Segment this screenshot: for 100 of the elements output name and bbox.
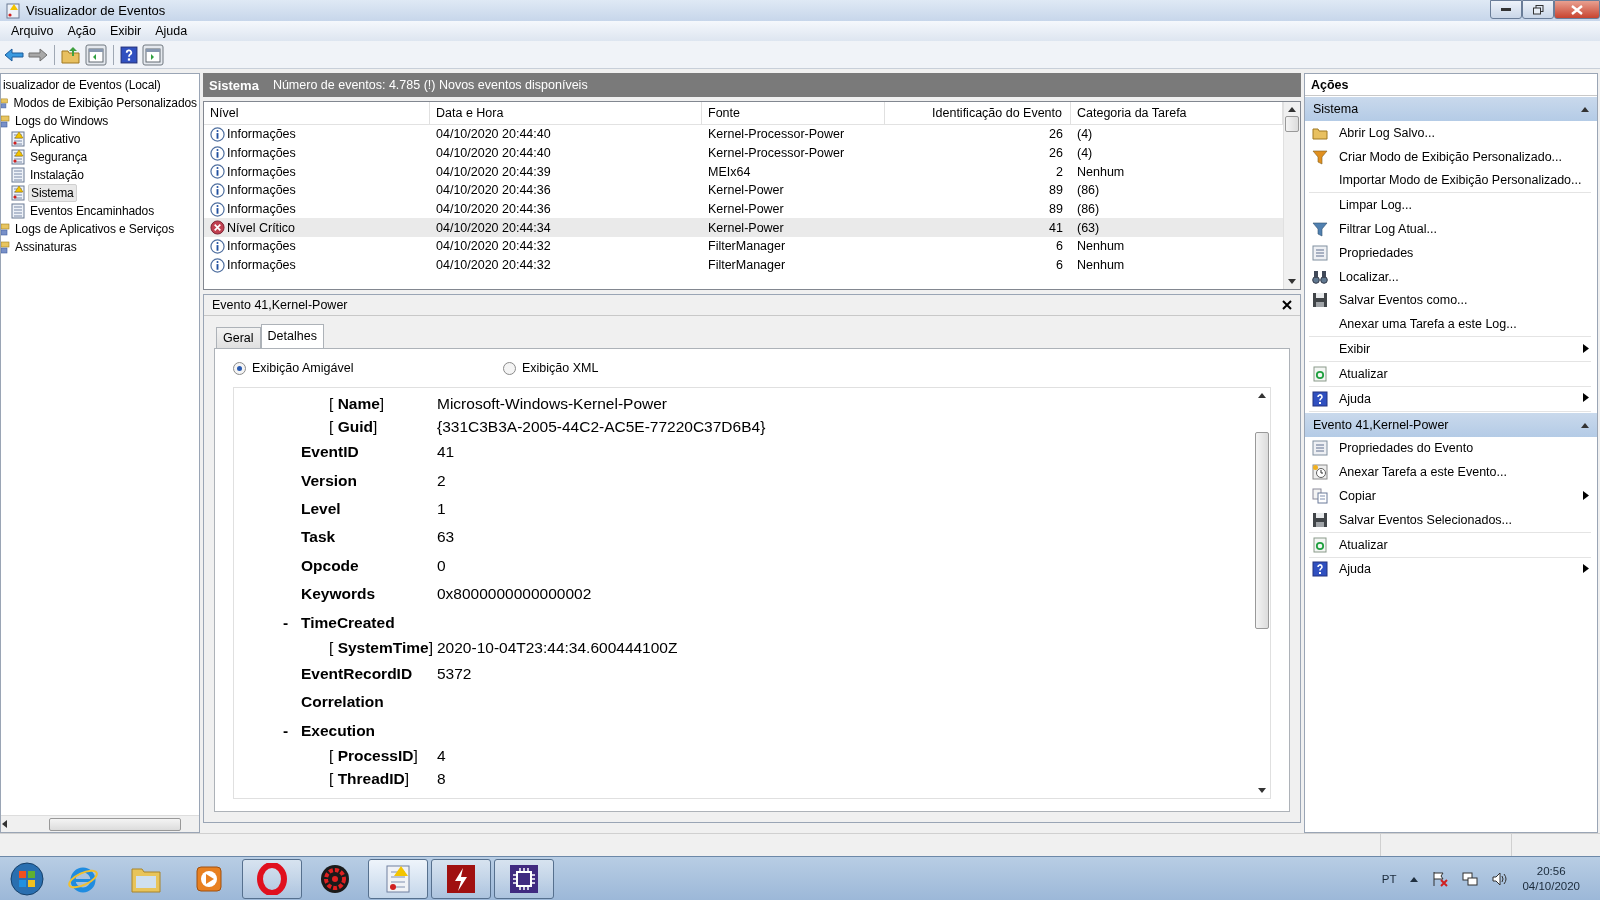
tree-item[interactable]: Sistema (28, 184, 77, 202)
tree-item[interactable]: Aplicativo (28, 131, 83, 147)
media-player-icon[interactable] (194, 863, 224, 894)
scroll-up-arrow-icon[interactable] (1257, 392, 1266, 398)
column-header[interactable]: Nível (204, 102, 430, 125)
column-header[interactable]: Categoria da Tarefa (1071, 102, 1283, 125)
log-warning-icon (11, 185, 25, 201)
info-icon (210, 238, 225, 254)
tree-item[interactable]: Modos de Exibição Personalizados (11, 95, 199, 111)
help-icon[interactable] (120, 45, 138, 64)
field-value: 41 (437, 443, 456, 462)
tree-item[interactable]: Eventos Encaminhados (28, 203, 157, 219)
field-name: Correlation (301, 693, 384, 712)
tree-item[interactable]: Logs de Aplicativos e Serviços (13, 221, 177, 237)
collapse-toggle[interactable]: - (283, 613, 301, 632)
table-cell: (63) (1077, 220, 1100, 235)
restore-icon[interactable] (1532, 4, 1544, 15)
section-header[interactable]: Sistema (1313, 102, 1359, 116)
table-cell: Kernel-Processor-Power (708, 127, 845, 142)
tree-item[interactable]: Assinaturas (13, 239, 79, 255)
table-cell: 89 (1049, 183, 1063, 198)
flag-icon[interactable] (1432, 870, 1449, 887)
action-link[interactable]: Importar Modo de Exibição Personalizado... (1339, 173, 1582, 188)
pane-toggle-icon[interactable] (142, 43, 164, 66)
radio-option[interactable]: Exibição XML (503, 361, 773, 375)
action-link[interactable]: Salvar Eventos como... (1339, 293, 1468, 308)
scroll-up-arrow-icon[interactable] (1288, 106, 1296, 112)
action-link[interactable]: Ajuda (1339, 391, 1371, 406)
action-link[interactable]: Limpar Log... (1339, 198, 1412, 213)
close-icon[interactable] (1571, 4, 1583, 15)
scroll-down-arrow-icon[interactable] (1257, 788, 1266, 794)
column-header[interactable]: Fonte (702, 102, 885, 125)
forward-arrow-icon[interactable] (28, 46, 48, 63)
scrollbar-thumb[interactable] (1285, 116, 1299, 132)
gear-icon[interactable] (319, 862, 351, 895)
action-link[interactable]: Filtrar Log Atual... (1339, 222, 1437, 237)
folder-icon (1, 240, 10, 254)
language-indicator[interactable]: PT (1381, 872, 1397, 885)
o-logo-icon[interactable] (257, 862, 287, 895)
table-cell: Informações (227, 183, 296, 198)
tab[interactable]: Geral (216, 327, 261, 348)
action-link[interactable]: Exibir (1339, 342, 1371, 357)
table-cell: 04/10/2020 20:44:34 (436, 220, 551, 235)
scrollbar-thumb[interactable] (1254, 432, 1269, 629)
scrollbar-thumb[interactable] (49, 817, 181, 831)
action-link[interactable]: Ajuda (1339, 562, 1371, 577)
field-name: Version (301, 471, 357, 490)
column-header[interactable]: Data e Hora (430, 102, 702, 125)
folder-up-icon[interactable] (61, 45, 81, 64)
action-link[interactable]: Atualizar (1339, 366, 1388, 381)
action-link[interactable]: Abrir Log Salvo... (1339, 125, 1435, 140)
collapse-arrow-icon[interactable] (1581, 106, 1589, 112)
speaker-icon[interactable] (1492, 870, 1509, 887)
submenu-arrow-icon (1583, 343, 1589, 353)
action-link[interactable]: Salvar Eventos Selecionados... (1339, 512, 1513, 527)
collapse-arrow-icon[interactable] (1581, 421, 1589, 428)
scroll-down-arrow-icon[interactable] (1288, 279, 1296, 285)
table-cell: 04/10/2020 20:44:40 (436, 146, 551, 161)
menu-item[interactable]: Ajuda (148, 24, 195, 38)
event-log-icon[interactable] (385, 863, 411, 894)
tree-item[interactable]: Segurança (28, 149, 90, 165)
folder-icon (1, 114, 10, 128)
menu-item[interactable]: Ação (60, 24, 103, 38)
field-name: Task (301, 528, 336, 547)
action-link[interactable]: Copiar (1339, 489, 1376, 504)
tree-item[interactable]: Instalação (28, 167, 86, 183)
info-icon (210, 164, 225, 180)
clock-date[interactable]: 04/10/2020 (1522, 878, 1580, 894)
action-link[interactable]: Localizar... (1339, 269, 1399, 284)
action-link[interactable]: Criar Modo de Exibição Personalizado... (1339, 149, 1563, 164)
action-link[interactable]: Anexar uma Tarefa a este Log... (1339, 317, 1517, 332)
collapse-toggle[interactable]: - (283, 721, 301, 740)
tree-item[interactable]: isualizador de Eventos (Local) (1, 77, 163, 93)
scroll-left-arrow-icon[interactable] (1, 820, 7, 828)
attribute-name: [ ThreadID] (329, 770, 410, 789)
table-cell: (86) (1077, 202, 1100, 217)
tab[interactable]: Detalhes (260, 324, 324, 348)
action-link[interactable]: Atualizar (1339, 537, 1388, 552)
action-link[interactable]: Propriedades do Evento (1339, 441, 1474, 456)
clock-time[interactable]: 20:56 (1536, 863, 1566, 879)
table-cell: Kernel-Processor-Power (708, 146, 845, 161)
chip-icon[interactable] (509, 863, 539, 894)
pane-toggle-icon[interactable] (85, 43, 107, 66)
funnel-icon (1312, 221, 1328, 238)
minimize-icon[interactable] (1501, 7, 1511, 12)
caret-up-icon[interactable] (1410, 875, 1419, 882)
back-arrow-icon[interactable] (4, 46, 24, 63)
lightning-icon[interactable] (446, 863, 476, 894)
menu-item[interactable]: Arquivo (4, 24, 61, 38)
radio-option[interactable]: Exibição Amigável (233, 361, 503, 375)
action-link[interactable]: Propriedades (1339, 245, 1414, 260)
tree-item[interactable]: Logs do Windows (13, 113, 111, 129)
column-header[interactable]: Identificação do Evento (885, 102, 1071, 125)
log-icon (11, 203, 25, 219)
table-cell: (4) (1077, 146, 1093, 161)
menu-item[interactable]: Exibir (102, 24, 149, 38)
network-icon[interactable] (1462, 870, 1479, 887)
start-orb-icon[interactable] (9, 860, 45, 897)
action-link[interactable]: Anexar Tarefa a este Evento... (1339, 465, 1507, 480)
table-cell: Nível Crítico (227, 220, 296, 235)
